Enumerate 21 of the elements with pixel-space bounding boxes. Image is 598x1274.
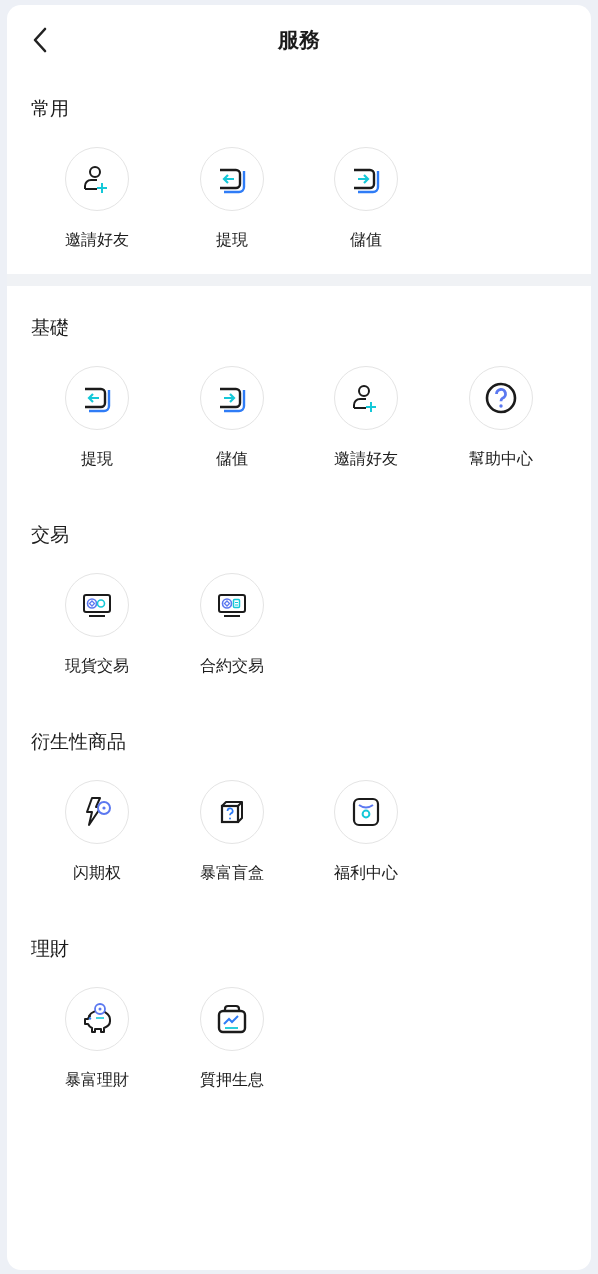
back-button[interactable] xyxy=(31,26,49,54)
service-label[interactable]: 暴富理財 xyxy=(65,1069,130,1091)
service-label[interactable]: 現貨交易 xyxy=(65,655,130,677)
page-title: 服務 xyxy=(278,27,320,53)
section-title: 衍生性商品 xyxy=(30,729,126,753)
service-label[interactable]: 質押生息 xyxy=(199,1069,264,1091)
service-label[interactable]: 邀請好友 xyxy=(65,229,130,251)
service-label[interactable]: 幫助中心 xyxy=(468,448,533,470)
service-label[interactable]: 提現 xyxy=(215,229,248,251)
service-label[interactable]: 暴富盲盒 xyxy=(199,862,264,884)
service-label[interactable]: 邀請好友 xyxy=(334,448,399,470)
service-label[interactable]: 儲值 xyxy=(350,229,383,251)
service-label[interactable]: 儲值 xyxy=(215,448,248,470)
section-title: 交易 xyxy=(30,522,69,546)
section-title: 基礎 xyxy=(30,315,69,339)
section-title: 理財 xyxy=(30,936,69,960)
service-label[interactable]: 合約交易 xyxy=(199,655,264,677)
service-label[interactable]: 福利中心 xyxy=(334,862,399,884)
service-label[interactable]: 闪期权 xyxy=(73,862,122,884)
service-label[interactable]: 提現 xyxy=(81,448,114,470)
section-title: 常用 xyxy=(30,96,69,120)
